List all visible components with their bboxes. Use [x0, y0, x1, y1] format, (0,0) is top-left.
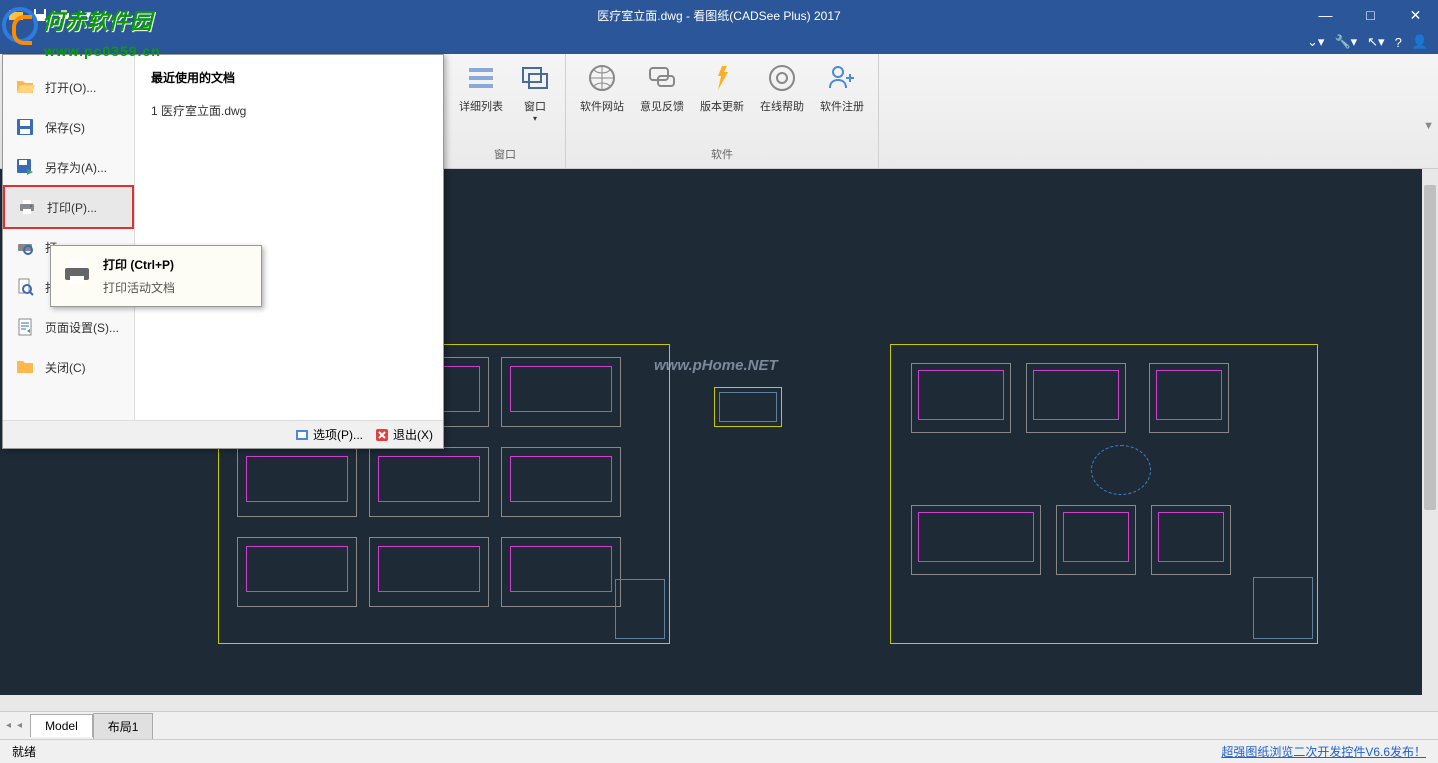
qat-dropdown-icon[interactable]: ▾: [78, 5, 98, 25]
maximize-button[interactable]: □: [1348, 0, 1393, 30]
detail-list-button[interactable]: 详细列表: [453, 58, 509, 127]
canvas-watermark: www.pHome.NET: [654, 357, 778, 374]
minimize-button[interactable]: —: [1303, 0, 1348, 30]
tab-first-icon[interactable]: ◂: [4, 718, 13, 733]
recent-doc-item[interactable]: 1 医疗室立面.dwg: [151, 98, 427, 123]
secondary-toolbar: ⌄▾ 🔧▾ ↖▾ ? 👤: [0, 30, 1438, 54]
close-button[interactable]: ✕: [1393, 0, 1438, 30]
status-bar: 就绪 超强图纸浏览二次开发控件V6.6发布！: [0, 739, 1438, 763]
window-title: 医疗室立面.dwg - 看图纸(CADSee Plus) 2017: [597, 7, 840, 24]
qat-open-icon[interactable]: [6, 5, 26, 25]
file-open-item[interactable]: 打开(O)...: [3, 67, 134, 107]
tab-layout1[interactable]: 布局1: [93, 713, 154, 739]
ribbon-group-software-label: 软件: [711, 144, 733, 164]
tooltip-title: 打印 (Ctrl+P): [103, 256, 175, 273]
vertical-scrollbar[interactable]: [1422, 169, 1438, 711]
update-button[interactable]: 版本更新: [694, 58, 750, 118]
ribbon-group-window-label: 窗口: [494, 144, 516, 164]
tab-model[interactable]: Model: [30, 714, 93, 737]
file-menu-items: 打开(O)... 保存(S) 另存为(A)... 打印(P)... 打 打: [3, 55, 135, 420]
qat-save-icon[interactable]: [30, 5, 50, 25]
tooltip-desc: 打印活动文档: [103, 279, 175, 296]
layout-tabs: ◂ ◂ Model 布局1: [0, 711, 1438, 739]
register-button[interactable]: 软件注册: [814, 58, 870, 118]
wrench-icon[interactable]: 🔧▾: [1334, 34, 1357, 50]
ribbon-collapse-icon[interactable]: ▼: [1423, 120, 1434, 132]
file-page-setup-item[interactable]: 页面设置(S)...: [3, 307, 134, 347]
tab-prev-icon[interactable]: ◂: [15, 718, 24, 733]
style-dropdown-icon[interactable]: ⌄▾: [1307, 34, 1324, 50]
status-ready: 就绪: [12, 743, 36, 760]
help-icon[interactable]: ?: [1395, 35, 1402, 50]
file-save-item[interactable]: 保存(S): [3, 107, 134, 147]
website-button[interactable]: 软件网站: [574, 58, 630, 118]
cursor-icon[interactable]: ↖▾: [1367, 34, 1384, 50]
file-print-item[interactable]: 打印(P)...: [3, 185, 134, 229]
qat-print-icon[interactable]: [54, 5, 74, 25]
drawing-thumbnail: [714, 387, 782, 427]
file-saveas-item[interactable]: 另存为(A)...: [3, 147, 134, 187]
help-button[interactable]: 在线帮助: [754, 58, 810, 118]
title-bar: ▾ 医疗室立面.dwg - 看图纸(CADSee Plus) 2017 — □ …: [0, 0, 1438, 30]
file-close-item[interactable]: 关闭(C): [3, 347, 134, 387]
options-button[interactable]: 选项(P)...: [295, 426, 363, 443]
status-link[interactable]: 超强图纸浏览二次开发控件V6.6发布！: [1221, 743, 1426, 760]
recent-docs-title: 最近使用的文档: [151, 69, 427, 86]
horizontal-scrollbar[interactable]: [0, 695, 1422, 711]
print-tooltip: 打印 (Ctrl+P) 打印活动文档: [50, 245, 262, 307]
drawing-sheet-2: [890, 344, 1318, 644]
user-icon[interactable]: 👤: [1412, 34, 1428, 50]
window-button[interactable]: 窗口▾: [513, 58, 557, 127]
feedback-button[interactable]: 意见反馈: [634, 58, 690, 118]
exit-button[interactable]: 退出(X): [375, 426, 433, 443]
